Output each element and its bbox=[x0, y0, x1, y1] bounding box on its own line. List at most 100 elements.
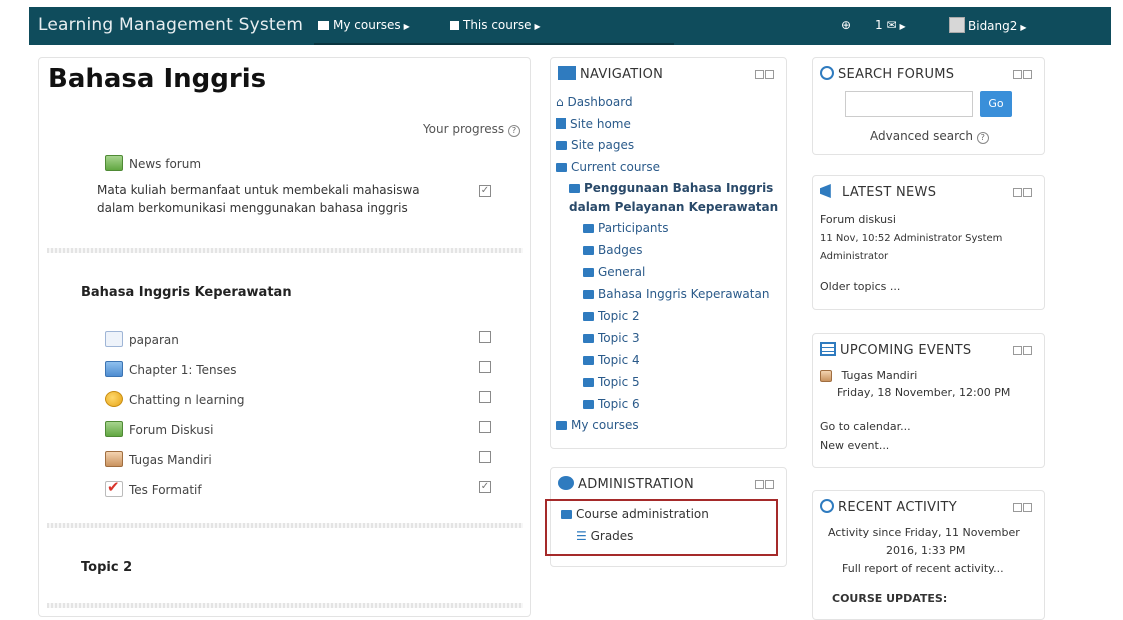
completion-checkbox-checked[interactable]: ✓ bbox=[479, 481, 491, 493]
messages-menu[interactable]: 1 ✉ ▶ bbox=[875, 18, 906, 32]
nav-item-label: Badges bbox=[598, 243, 643, 257]
activity-chapter-1[interactable]: Chapter 1: Tenses bbox=[105, 361, 236, 377]
dock-icons[interactable] bbox=[754, 480, 774, 492]
nav-site-pages[interactable]: Site pages bbox=[556, 138, 634, 152]
nav-item-label: Participants bbox=[598, 221, 669, 235]
event-time: Friday, 18 November, 12:00 PM bbox=[837, 386, 1011, 399]
advanced-search-link[interactable]: Advanced search ? bbox=[870, 129, 989, 144]
full-report-link[interactable]: Full report of recent activity... bbox=[842, 562, 1004, 575]
nav-dashboard[interactable]: ⌂ Dashboard bbox=[556, 95, 633, 109]
nav-dashboard-label: Dashboard bbox=[567, 95, 633, 109]
progress-label: Your progress ? bbox=[423, 122, 520, 137]
grades-link[interactable]: ☰ Grades bbox=[576, 529, 633, 543]
folder-icon bbox=[583, 268, 594, 277]
activity-chatting[interactable]: Chatting n learning bbox=[105, 391, 245, 407]
home-icon: ⌂ bbox=[556, 95, 564, 109]
completion-checkbox[interactable] bbox=[479, 331, 491, 343]
globe-icon[interactable]: ⊕ bbox=[841, 18, 851, 32]
nav-course-name[interactable]: Penggunaan Bahasa Inggris bbox=[569, 181, 773, 195]
clock-icon bbox=[820, 499, 834, 513]
course-summary: Mata kuliah bermanfaat untuk membekali m… bbox=[97, 183, 420, 215]
help-icon[interactable]: ? bbox=[508, 125, 520, 137]
nav-item-topic-3[interactable]: Topic 3 bbox=[583, 331, 640, 345]
folder-icon bbox=[583, 312, 594, 321]
this-course-label: This course bbox=[463, 18, 532, 32]
grades-icon: ☰ bbox=[576, 529, 587, 543]
news-forum-link[interactable]: News forum bbox=[105, 155, 201, 171]
course-administration-link[interactable]: Course administration bbox=[561, 507, 709, 521]
nav-item-bahasa-inggris[interactable]: Bahasa Inggris Keperawatan bbox=[583, 287, 769, 301]
navigation-heading: NAVIGATION bbox=[558, 66, 663, 82]
activity-paparan[interactable]: paparan bbox=[105, 331, 179, 347]
dock-icons[interactable] bbox=[1012, 188, 1032, 200]
go-button[interactable]: Go bbox=[980, 91, 1012, 117]
course-updates-heading: COURSE UPDATES: bbox=[832, 592, 948, 605]
goto-calendar-link[interactable]: Go to calendar... bbox=[820, 420, 911, 433]
assignment-icon bbox=[105, 451, 123, 467]
recent-activity-title: RECENT ACTIVITY bbox=[838, 500, 957, 515]
event-name: Tugas Mandiri bbox=[841, 369, 918, 382]
folder-icon bbox=[583, 378, 594, 387]
nav-item-participants[interactable]: Participants bbox=[583, 221, 669, 235]
upcoming-events-block: UPCOMING EVENTS Tugas Mandiri Friday, 18… bbox=[812, 333, 1045, 468]
grades-label: Grades bbox=[590, 529, 634, 543]
user-menu[interactable]: Bidang2 ▶ bbox=[949, 17, 1027, 33]
nav-item-general[interactable]: General bbox=[583, 265, 645, 279]
dock-icons[interactable] bbox=[1012, 70, 1032, 82]
dock-icons[interactable] bbox=[1012, 346, 1032, 358]
user-name: Bidang2 bbox=[968, 19, 1018, 33]
nav-course-name-line2[interactable]: dalam Pelayanan Keperawatan bbox=[569, 200, 778, 214]
activity-forum-diskusi[interactable]: Forum Diskusi bbox=[105, 421, 213, 437]
completion-checkbox-summary[interactable]: ✓ bbox=[479, 185, 491, 197]
nav-item-topic-5[interactable]: Topic 5 bbox=[583, 375, 640, 389]
folder-icon bbox=[105, 361, 123, 377]
my-courses-menu[interactable]: My courses ▶ bbox=[318, 18, 410, 32]
book-icon bbox=[450, 21, 459, 30]
activity-label: Chatting n learning bbox=[129, 393, 245, 407]
latest-news-heading: LATEST NEWS bbox=[820, 184, 936, 200]
nav-item-topic-2[interactable]: Topic 2 bbox=[583, 309, 640, 323]
news-item-title[interactable]: Forum diskusi bbox=[820, 213, 896, 226]
caret-right-icon: ▶ bbox=[1020, 23, 1027, 32]
help-icon[interactable]: ? bbox=[976, 132, 989, 144]
section-title: Topic 2 bbox=[81, 560, 133, 575]
completion-checkbox[interactable] bbox=[479, 361, 491, 373]
caret-right-icon: ▶ bbox=[403, 22, 410, 31]
nav-my-courses[interactable]: My courses bbox=[556, 418, 639, 432]
completion-checkbox[interactable] bbox=[479, 451, 491, 463]
nav-item-topic-6[interactable]: Topic 6 bbox=[583, 397, 640, 411]
my-courses-label: My courses bbox=[333, 18, 401, 32]
quiz-icon bbox=[105, 478, 123, 497]
dock-icons[interactable] bbox=[754, 70, 774, 82]
course-administration-label: Course administration bbox=[576, 507, 709, 521]
messages-count: 1 bbox=[875, 18, 883, 32]
dock-icons[interactable] bbox=[1012, 503, 1032, 515]
folder-open-icon bbox=[569, 184, 580, 193]
activity-tugas-mandiri[interactable]: Tugas Mandiri bbox=[105, 451, 212, 467]
event-item[interactable]: Tugas Mandiri bbox=[820, 369, 917, 382]
site-brand[interactable]: Learning Management System bbox=[38, 15, 303, 35]
activity-label: Forum Diskusi bbox=[129, 423, 214, 437]
page-icon bbox=[556, 118, 566, 129]
top-navbar: Learning Management System My courses ▶ T… bbox=[29, 7, 1111, 45]
nav-site-pages-label: Site pages bbox=[571, 138, 635, 152]
nav-item-label: Topic 4 bbox=[598, 353, 640, 367]
completion-checkbox[interactable] bbox=[479, 421, 491, 433]
nav-current-course[interactable]: Current course bbox=[556, 160, 660, 174]
gears-icon bbox=[558, 476, 574, 490]
older-topics-link[interactable]: Older topics ... bbox=[820, 280, 900, 293]
completion-checkbox[interactable] bbox=[479, 391, 491, 403]
caret-right-icon: ▶ bbox=[899, 22, 906, 31]
calendar-icon bbox=[820, 342, 836, 356]
file-icon bbox=[105, 331, 123, 347]
upcoming-events-heading: UPCOMING EVENTS bbox=[820, 342, 971, 358]
nav-item-badges[interactable]: Badges bbox=[583, 243, 642, 257]
recent-activity-block: RECENT ACTIVITY Activity since Friday, 1… bbox=[812, 490, 1045, 620]
search-input[interactable] bbox=[845, 91, 973, 117]
this-course-menu[interactable]: This course ▶ bbox=[450, 18, 541, 32]
folder-icon bbox=[583, 400, 594, 409]
nav-item-topic-4[interactable]: Topic 4 bbox=[583, 353, 640, 367]
activity-tes-formatif[interactable]: Tes Formatif bbox=[105, 478, 202, 497]
new-event-link[interactable]: New event... bbox=[820, 439, 889, 452]
nav-site-home[interactable]: Site home bbox=[556, 117, 631, 131]
